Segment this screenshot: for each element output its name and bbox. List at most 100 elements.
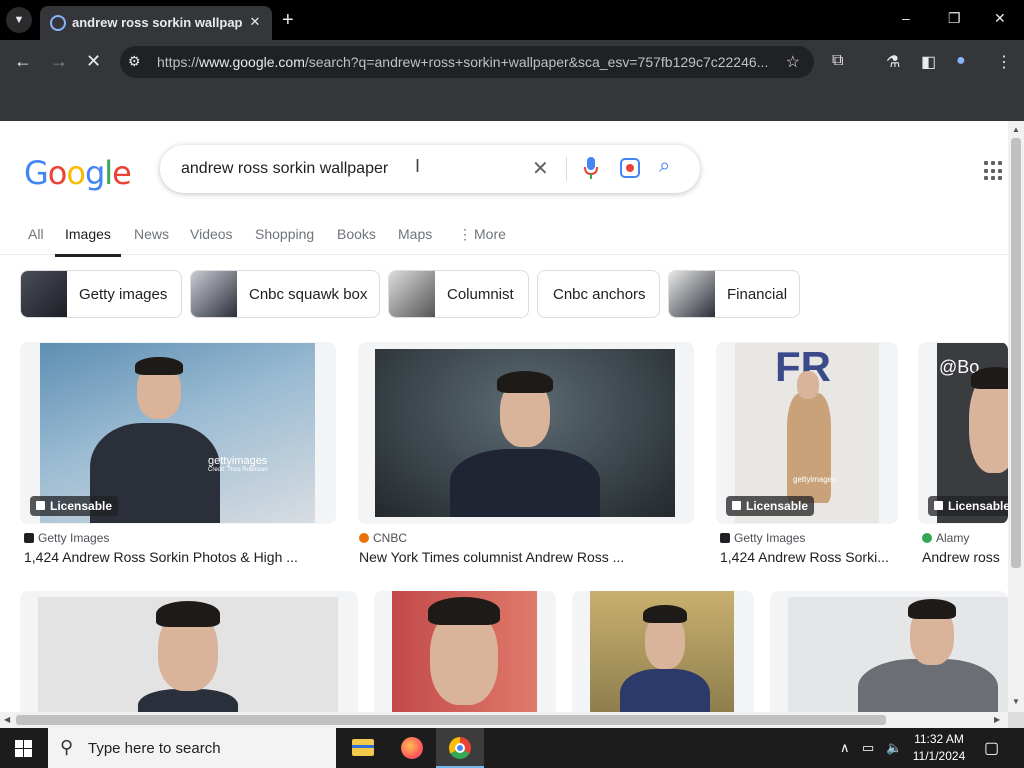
result-title[interactable]: 1,424 Andrew Ross Sorki... (720, 549, 892, 565)
result-photo[interactable] (590, 591, 734, 712)
scroll-up-icon[interactable]: ▲ (1012, 125, 1020, 134)
taskbar-clock[interactable]: 11:32 AM 11/1/2024 (900, 731, 978, 765)
search-tabs: All Images News Videos Shopping Books Ma… (0, 219, 1008, 257)
logo-letter: G (24, 154, 49, 192)
lens-search-icon[interactable] (620, 158, 640, 178)
logo-letter: o (47, 154, 68, 192)
chip-cnbc-squawk-box[interactable]: Cnbc squawk box (190, 270, 380, 318)
browser-menu-icon[interactable]: ⋮ (996, 52, 1012, 72)
chip-financial[interactable]: Financial (668, 270, 800, 318)
vertical-scroll-thumb[interactable] (1011, 138, 1021, 568)
taskbar-search-placeholder: Type here to search (88, 740, 221, 757)
taskbar-search-box[interactable]: ⚲ Type here to search (48, 728, 336, 768)
hair-shape (135, 357, 183, 375)
scroll-left-icon[interactable]: ◀ (4, 715, 10, 724)
bookmark-star-icon[interactable]: ☆ (786, 52, 800, 72)
scroll-down-icon[interactable]: ▼ (1012, 697, 1020, 706)
side-panel-icon[interactable]: ◧ (921, 52, 936, 72)
new-tab-button[interactable]: + (282, 9, 294, 32)
result-source[interactable]: CNBC (359, 531, 407, 545)
image-result[interactable]: @Bo Licensable (918, 342, 1008, 524)
network-icon[interactable]: ▭ (862, 740, 874, 756)
hair-shape (497, 371, 553, 393)
scroll-right-icon[interactable]: ▶ (994, 715, 1000, 724)
image-result[interactable] (572, 591, 754, 712)
source-name: Alamy (936, 531, 970, 545)
search-box[interactable]: andrew ross sorkin wallpaper I ✕ ⌕ (160, 145, 700, 193)
result-photo[interactable] (375, 349, 675, 517)
tab-books[interactable]: Books (337, 226, 376, 242)
close-window-button[interactable]: ✕ (994, 10, 1006, 27)
url-text[interactable]: https://www.google.com/search?q=andrew+r… (157, 54, 777, 70)
image-result[interactable] (20, 591, 358, 712)
horizontal-scrollbar[interactable]: ◀ ▶ (0, 712, 1008, 728)
chip-label: Cnbc anchors (553, 286, 646, 303)
chip-thumbnail (669, 271, 715, 317)
scrollbar-corner (1008, 712, 1024, 728)
result-photo[interactable] (788, 597, 1008, 712)
url-prefix: https:// (157, 54, 200, 70)
more-dots-icon[interactable]: ⋮ (458, 226, 472, 243)
chip-getty-images[interactable]: Getty images (20, 270, 182, 318)
tray-chevron-icon[interactable]: ∧ (840, 740, 850, 756)
voice-search-icon[interactable] (584, 157, 598, 179)
vertical-scrollbar[interactable]: ▲ ▼ (1008, 121, 1024, 712)
tab-shopping[interactable]: Shopping (255, 226, 314, 242)
suit-shape (620, 669, 710, 712)
maximize-button[interactable]: ❐ (948, 10, 961, 27)
horizontal-scroll-thumb[interactable] (16, 715, 886, 725)
url-path: /search?q=andrew+ross+sorkin+wallpaper&s… (304, 54, 769, 70)
result-title[interactable]: Andrew ross (922, 549, 1008, 565)
image-result[interactable]: gettyimages Credit: Thos Robinson Licens… (20, 342, 336, 524)
hair-shape (908, 599, 956, 619)
image-result[interactable] (770, 591, 1008, 712)
result-photo[interactable] (392, 591, 537, 712)
stop-loading-icon[interactable]: ✕ (86, 51, 101, 72)
forward-arrow-icon[interactable]: → (50, 51, 68, 72)
image-result[interactable] (374, 591, 556, 712)
address-bar[interactable]: ⚙ https://www.google.com/search?q=andrew… (120, 46, 814, 78)
search-input[interactable]: andrew ross sorkin wallpaper (181, 160, 388, 178)
back-arrow-icon[interactable]: ← (14, 51, 32, 72)
browser-tab-active[interactable]: andrew ross sorkin wallpaper ✕ (40, 6, 272, 40)
chip-columnist[interactable]: Columnist (388, 270, 529, 318)
result-title[interactable]: 1,424 Andrew Ross Sorkin Photos & High .… (24, 549, 324, 565)
search-submit-icon[interactable]: ⌕ (659, 155, 670, 178)
tab-images[interactable]: Images (55, 226, 121, 257)
notifications-icon[interactable]: ▢ (984, 738, 999, 758)
labs-flask-icon[interactable]: ⚗ (886, 52, 900, 72)
minimize-button[interactable]: – (902, 10, 910, 26)
logo-letter: o (66, 154, 86, 192)
result-photo[interactable] (38, 597, 338, 712)
site-info-icon[interactable]: ⚙ (128, 53, 141, 70)
result-source[interactable]: Getty Images (720, 531, 805, 545)
firefox-icon[interactable] (388, 728, 436, 768)
extensions-icon[interactable]: ⧉ (832, 52, 843, 70)
hair-shape (971, 367, 1008, 389)
clear-search-icon[interactable]: ✕ (532, 156, 549, 181)
google-apps-icon[interactable] (984, 161, 1004, 181)
result-source[interactable]: Alamy (922, 531, 969, 545)
licensable-badge: Licensable (30, 496, 119, 516)
search-results-page: Google andrew ross sorkin wallpaper I ✕ … (0, 121, 1008, 712)
profile-avatar-icon[interactable]: ● (956, 52, 966, 70)
chip-cnbc-anchors[interactable]: Cnbc anchors (537, 270, 660, 318)
image-result[interactable] (358, 342, 694, 524)
tab-close-icon[interactable]: ✕ (246, 13, 264, 31)
tab-news[interactable]: News (134, 226, 169, 242)
alamy-favicon-icon (922, 533, 932, 543)
tab-all[interactable]: All (28, 226, 44, 242)
file-explorer-icon[interactable] (340, 728, 388, 768)
chrome-taskbar-icon[interactable] (436, 728, 484, 768)
tab-more[interactable]: More (474, 226, 506, 242)
result-source[interactable]: Getty Images (24, 531, 109, 545)
image-result[interactable]: FR gettyimages Licensable (716, 342, 898, 524)
tab-search-button[interactable]: ▼ (6, 7, 32, 33)
chip-label: Cnbc squawk box (249, 286, 368, 303)
windows-start-icon[interactable] (15, 740, 32, 757)
google-logo[interactable]: Google (24, 154, 132, 192)
chip-thumbnail (21, 271, 67, 317)
tab-maps[interactable]: Maps (398, 226, 432, 242)
tab-videos[interactable]: Videos (190, 226, 233, 242)
result-title[interactable]: New York Times columnist Andrew Ross ... (359, 549, 689, 565)
